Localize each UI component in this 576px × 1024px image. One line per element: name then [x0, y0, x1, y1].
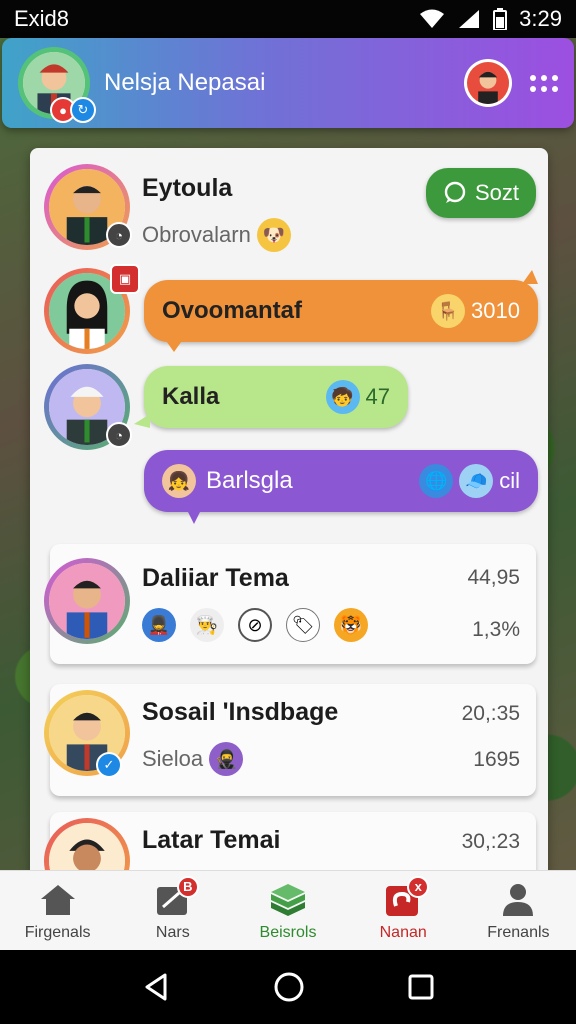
no-sign-emoji-icon[interactable]: ⊘ [238, 608, 272, 642]
voice-badge-icon: ◔ [106, 222, 132, 248]
alert-icon: x [381, 875, 430, 920]
card-value: 44,95 [467, 566, 520, 589]
contact-name: Eytoula [142, 174, 233, 202]
nav-item-beisrols[interactable]: Beisrols [230, 871, 345, 950]
home-button-icon[interactable] [273, 971, 305, 1003]
top-contact-row[interactable]: ◔ Eytoula Obrovalarn 🐶 Sozt [30, 148, 548, 258]
message-meta-value: cil [499, 468, 520, 493]
girl-emoji-icon: 👧 [162, 464, 196, 498]
sync-badge-icon: ↻ [70, 97, 96, 123]
voice-badge-icon: ◔ [106, 422, 132, 448]
card-value: 20,:35 [461, 702, 520, 725]
card-avatar[interactable] [44, 558, 130, 644]
boy-emoji-icon: 🧒 [325, 380, 360, 414]
message-text: Barlsgla [206, 467, 293, 494]
back-icon[interactable] [141, 972, 171, 1002]
card-subvalue: 1,3% [472, 618, 520, 641]
wifi-icon [420, 9, 445, 28]
contact-status: Obrovalarn 🐶 [142, 218, 291, 252]
sender-avatar-female[interactable]: ▣ [44, 264, 140, 354]
clock: 3:29 [519, 6, 562, 31]
bubble-tail [134, 414, 150, 428]
send-button[interactable]: Sozt [426, 168, 536, 218]
signal-icon [459, 10, 480, 28]
nav-label: Firgenals [24, 923, 91, 941]
message-meta-value: 47 [365, 384, 390, 409]
message-meta: 🧒 47 [325, 380, 390, 414]
cap-emoji-icon: 🧢 [459, 464, 494, 498]
send-button-label: Sozt [474, 180, 520, 205]
chat-bubble-icon [444, 181, 466, 203]
nav-item-nanan[interactable]: x Nanan [346, 871, 461, 950]
message-bubble[interactable]: Kalla 🧒 47 [144, 366, 408, 428]
chat-panel: ◔ Eytoula Obrovalarn 🐶 Sozt ▣ Ovoomantaf… [30, 148, 548, 888]
system-navigation [0, 950, 576, 1024]
chair-emoji-icon: 🪑 [431, 294, 466, 328]
message-bubble[interactable]: 👧 Barlsgla 🌐 🧢 cil [144, 450, 538, 512]
bubble-tail-right [522, 270, 538, 284]
pet-emoji-icon: 🐶 [256, 218, 291, 252]
bubble-tail [186, 508, 202, 524]
message-meta: 🌐 🧢 cil [419, 464, 520, 498]
message-meta: 🪑 3010 [431, 294, 520, 328]
nav-label: Beisrols [259, 923, 317, 941]
person-icon [496, 880, 540, 920]
nav-item-firgenals[interactable]: Firgenals [0, 871, 115, 950]
contact-card[interactable]: ✓ Sosail 'Insdbage 20,:35 Sieloa 🥷 1695 [44, 684, 536, 796]
card-status: Sieloa 🥷 [142, 742, 244, 776]
globe-emoji-icon: 🌐 [419, 464, 454, 498]
nav-label: Frenanls [487, 923, 550, 941]
nav-item-frenanls[interactable]: Frenanls [461, 871, 576, 950]
nav-label: Nars [155, 923, 190, 941]
card-subvalue: 1695 [473, 748, 520, 771]
card-name: Daliiar Tema [142, 564, 289, 592]
nav-badge: B [176, 875, 199, 898]
status-bar: Exid8 3:29 [0, 0, 576, 38]
bubble-tail [164, 338, 184, 352]
message-text: Ovoomantaf [162, 297, 303, 324]
carrier-label: Exid8 [14, 6, 70, 31]
tiger-emoji-icon[interactable]: 🐯 [334, 608, 368, 642]
message-text: Kalla [162, 383, 220, 410]
card-subtitle: Sieloa [142, 746, 204, 771]
card-avatar[interactable]: ✓ [44, 690, 130, 778]
nav-item-nars[interactable]: B Nars [115, 871, 230, 950]
card-name: Sosail 'Insdbage [142, 698, 339, 726]
header-profile-avatar[interactable] [464, 59, 512, 107]
stack-icon [266, 880, 310, 920]
recents-icon[interactable] [407, 973, 435, 1001]
contact-subtitle: Obrovalarn [142, 222, 251, 247]
contact-avatar[interactable]: ◔ [44, 164, 132, 250]
chat-header: ● ↻ Nelsja Nepasai [2, 38, 574, 128]
tag-emoji-icon[interactable]: 🏷 [286, 608, 320, 642]
ninja-emoji-icon: 🥷 [209, 742, 244, 776]
header-title: Nelsja Nepasai [104, 69, 266, 96]
message-meta-value: 3010 [471, 298, 520, 323]
profile-badge-icon: ▣ [110, 264, 140, 294]
contact-card[interactable]: Daliiar Tema 44,95 💂 👨‍🍳 ⊘ 🏷 🐯 1,3% [44, 544, 536, 664]
reaction-row: 💂 👨‍🍳 ⊘ 🏷 🐯 [142, 608, 368, 642]
map-icon: B [151, 875, 199, 920]
card-name: Latar Temai [142, 826, 281, 854]
nav-label: Nanan [379, 923, 427, 941]
chef-emoji-icon[interactable]: 👨‍🍳 [190, 608, 224, 642]
nav-badge: x [407, 875, 430, 898]
home-icon [36, 880, 80, 920]
sender-avatar-male[interactable]: ◔ [44, 364, 132, 450]
verified-badge-icon: ✓ [96, 752, 122, 778]
header-avatar[interactable]: ● ↻ [18, 47, 96, 123]
bottom-navigation: Firgenals B Nars Beisrols x Nanan Frenan… [0, 870, 576, 950]
card-value: 30,:23 [461, 830, 520, 853]
message-bubble[interactable]: Ovoomantaf 🪑 3010 [144, 280, 538, 342]
more-menu-icon[interactable] [530, 74, 558, 92]
soldier-emoji-icon[interactable]: 💂 [142, 608, 176, 642]
battery-icon [493, 8, 508, 30]
